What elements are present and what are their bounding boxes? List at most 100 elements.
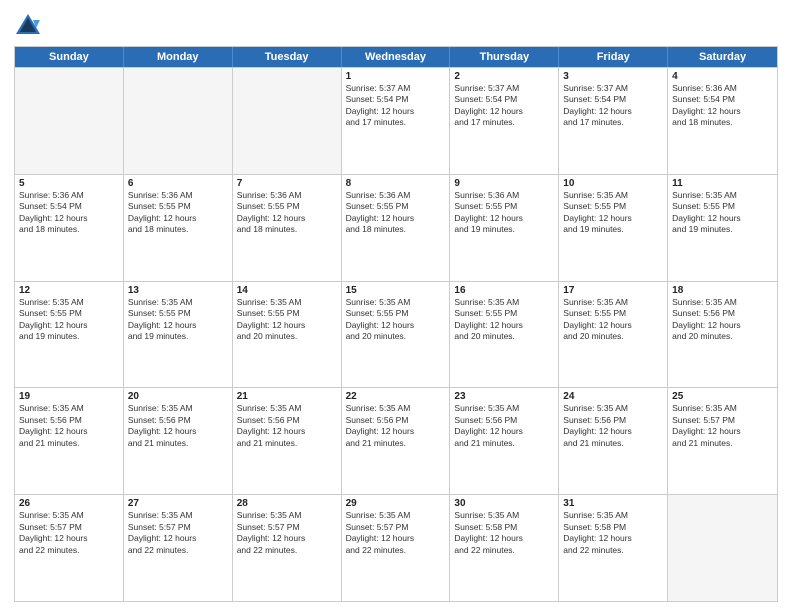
day-cell-2: 2Sunrise: 5:37 AM Sunset: 5:54 PM Daylig…	[450, 68, 559, 174]
day-info: Sunrise: 5:37 AM Sunset: 5:54 PM Dayligh…	[454, 83, 554, 129]
empty-cell-0-1	[124, 68, 233, 174]
day-info: Sunrise: 5:35 AM Sunset: 5:57 PM Dayligh…	[128, 510, 228, 556]
calendar-row-3: 12Sunrise: 5:35 AM Sunset: 5:55 PM Dayli…	[15, 281, 777, 388]
day-info: Sunrise: 5:35 AM Sunset: 5:57 PM Dayligh…	[237, 510, 337, 556]
day-cell-4: 4Sunrise: 5:36 AM Sunset: 5:54 PM Daylig…	[668, 68, 777, 174]
day-number: 25	[672, 391, 773, 402]
day-cell-8: 8Sunrise: 5:36 AM Sunset: 5:55 PM Daylig…	[342, 175, 451, 281]
day-number: 7	[237, 178, 337, 189]
day-number: 3	[563, 71, 663, 82]
weekday-header-tuesday: Tuesday	[233, 47, 342, 67]
day-cell-25: 25Sunrise: 5:35 AM Sunset: 5:57 PM Dayli…	[668, 388, 777, 494]
weekday-header-thursday: Thursday	[450, 47, 559, 67]
day-number: 29	[346, 498, 446, 509]
calendar-row-1: 1Sunrise: 5:37 AM Sunset: 5:54 PM Daylig…	[15, 67, 777, 174]
day-number: 9	[454, 178, 554, 189]
day-info: Sunrise: 5:35 AM Sunset: 5:55 PM Dayligh…	[672, 190, 773, 236]
day-info: Sunrise: 5:35 AM Sunset: 5:58 PM Dayligh…	[563, 510, 663, 556]
day-number: 23	[454, 391, 554, 402]
day-info: Sunrise: 5:36 AM Sunset: 5:55 PM Dayligh…	[346, 190, 446, 236]
calendar-header: SundayMondayTuesdayWednesdayThursdayFrid…	[15, 47, 777, 67]
day-info: Sunrise: 5:35 AM Sunset: 5:56 PM Dayligh…	[672, 297, 773, 343]
day-info: Sunrise: 5:35 AM Sunset: 5:55 PM Dayligh…	[563, 297, 663, 343]
day-info: Sunrise: 5:35 AM Sunset: 5:56 PM Dayligh…	[237, 403, 337, 449]
day-cell-9: 9Sunrise: 5:36 AM Sunset: 5:55 PM Daylig…	[450, 175, 559, 281]
day-info: Sunrise: 5:35 AM Sunset: 5:56 PM Dayligh…	[128, 403, 228, 449]
day-cell-24: 24Sunrise: 5:35 AM Sunset: 5:56 PM Dayli…	[559, 388, 668, 494]
day-number: 31	[563, 498, 663, 509]
day-info: Sunrise: 5:36 AM Sunset: 5:55 PM Dayligh…	[237, 190, 337, 236]
day-cell-15: 15Sunrise: 5:35 AM Sunset: 5:55 PM Dayli…	[342, 282, 451, 388]
day-info: Sunrise: 5:35 AM Sunset: 5:55 PM Dayligh…	[128, 297, 228, 343]
empty-cell-0-0	[15, 68, 124, 174]
day-number: 4	[672, 71, 773, 82]
day-info: Sunrise: 5:35 AM Sunset: 5:58 PM Dayligh…	[454, 510, 554, 556]
day-cell-13: 13Sunrise: 5:35 AM Sunset: 5:55 PM Dayli…	[124, 282, 233, 388]
day-info: Sunrise: 5:35 AM Sunset: 5:55 PM Dayligh…	[454, 297, 554, 343]
page: SundayMondayTuesdayWednesdayThursdayFrid…	[0, 0, 792, 612]
day-number: 28	[237, 498, 337, 509]
day-cell-11: 11Sunrise: 5:35 AM Sunset: 5:55 PM Dayli…	[668, 175, 777, 281]
day-cell-28: 28Sunrise: 5:35 AM Sunset: 5:57 PM Dayli…	[233, 495, 342, 601]
day-cell-26: 26Sunrise: 5:35 AM Sunset: 5:57 PM Dayli…	[15, 495, 124, 601]
day-number: 21	[237, 391, 337, 402]
weekday-header-friday: Friday	[559, 47, 668, 67]
day-cell-6: 6Sunrise: 5:36 AM Sunset: 5:55 PM Daylig…	[124, 175, 233, 281]
weekday-header-monday: Monday	[124, 47, 233, 67]
day-info: Sunrise: 5:36 AM Sunset: 5:54 PM Dayligh…	[19, 190, 119, 236]
day-number: 11	[672, 178, 773, 189]
day-cell-29: 29Sunrise: 5:35 AM Sunset: 5:57 PM Dayli…	[342, 495, 451, 601]
day-number: 30	[454, 498, 554, 509]
day-number: 12	[19, 285, 119, 296]
weekday-header-saturday: Saturday	[668, 47, 777, 67]
day-number: 26	[19, 498, 119, 509]
calendar-body: 1Sunrise: 5:37 AM Sunset: 5:54 PM Daylig…	[15, 67, 777, 601]
day-info: Sunrise: 5:36 AM Sunset: 5:55 PM Dayligh…	[454, 190, 554, 236]
day-info: Sunrise: 5:35 AM Sunset: 5:55 PM Dayligh…	[563, 190, 663, 236]
day-number: 14	[237, 285, 337, 296]
calendar-row-4: 19Sunrise: 5:35 AM Sunset: 5:56 PM Dayli…	[15, 387, 777, 494]
day-cell-5: 5Sunrise: 5:36 AM Sunset: 5:54 PM Daylig…	[15, 175, 124, 281]
day-cell-23: 23Sunrise: 5:35 AM Sunset: 5:56 PM Dayli…	[450, 388, 559, 494]
day-info: Sunrise: 5:35 AM Sunset: 5:57 PM Dayligh…	[672, 403, 773, 449]
logo	[14, 12, 46, 40]
day-number: 13	[128, 285, 228, 296]
day-cell-1: 1Sunrise: 5:37 AM Sunset: 5:54 PM Daylig…	[342, 68, 451, 174]
day-info: Sunrise: 5:37 AM Sunset: 5:54 PM Dayligh…	[346, 83, 446, 129]
day-cell-3: 3Sunrise: 5:37 AM Sunset: 5:54 PM Daylig…	[559, 68, 668, 174]
day-cell-17: 17Sunrise: 5:35 AM Sunset: 5:55 PM Dayli…	[559, 282, 668, 388]
day-info: Sunrise: 5:35 AM Sunset: 5:56 PM Dayligh…	[19, 403, 119, 449]
day-info: Sunrise: 5:37 AM Sunset: 5:54 PM Dayligh…	[563, 83, 663, 129]
day-cell-30: 30Sunrise: 5:35 AM Sunset: 5:58 PM Dayli…	[450, 495, 559, 601]
day-number: 16	[454, 285, 554, 296]
day-number: 22	[346, 391, 446, 402]
day-number: 10	[563, 178, 663, 189]
calendar-row-5: 26Sunrise: 5:35 AM Sunset: 5:57 PM Dayli…	[15, 494, 777, 601]
day-number: 24	[563, 391, 663, 402]
day-cell-19: 19Sunrise: 5:35 AM Sunset: 5:56 PM Dayli…	[15, 388, 124, 494]
day-cell-18: 18Sunrise: 5:35 AM Sunset: 5:56 PM Dayli…	[668, 282, 777, 388]
logo-icon	[14, 12, 42, 40]
day-info: Sunrise: 5:35 AM Sunset: 5:55 PM Dayligh…	[346, 297, 446, 343]
calendar: SundayMondayTuesdayWednesdayThursdayFrid…	[14, 46, 778, 602]
header	[14, 12, 778, 40]
day-info: Sunrise: 5:35 AM Sunset: 5:55 PM Dayligh…	[19, 297, 119, 343]
day-cell-31: 31Sunrise: 5:35 AM Sunset: 5:58 PM Dayli…	[559, 495, 668, 601]
day-number: 20	[128, 391, 228, 402]
day-number: 18	[672, 285, 773, 296]
day-info: Sunrise: 5:35 AM Sunset: 5:57 PM Dayligh…	[19, 510, 119, 556]
day-cell-22: 22Sunrise: 5:35 AM Sunset: 5:56 PM Dayli…	[342, 388, 451, 494]
day-number: 17	[563, 285, 663, 296]
calendar-row-2: 5Sunrise: 5:36 AM Sunset: 5:54 PM Daylig…	[15, 174, 777, 281]
day-number: 1	[346, 71, 446, 82]
day-info: Sunrise: 5:35 AM Sunset: 5:56 PM Dayligh…	[563, 403, 663, 449]
day-info: Sunrise: 5:35 AM Sunset: 5:56 PM Dayligh…	[346, 403, 446, 449]
day-cell-10: 10Sunrise: 5:35 AM Sunset: 5:55 PM Dayli…	[559, 175, 668, 281]
day-number: 2	[454, 71, 554, 82]
day-cell-7: 7Sunrise: 5:36 AM Sunset: 5:55 PM Daylig…	[233, 175, 342, 281]
day-cell-21: 21Sunrise: 5:35 AM Sunset: 5:56 PM Dayli…	[233, 388, 342, 494]
day-number: 6	[128, 178, 228, 189]
weekday-header-sunday: Sunday	[15, 47, 124, 67]
day-number: 15	[346, 285, 446, 296]
day-info: Sunrise: 5:36 AM Sunset: 5:55 PM Dayligh…	[128, 190, 228, 236]
